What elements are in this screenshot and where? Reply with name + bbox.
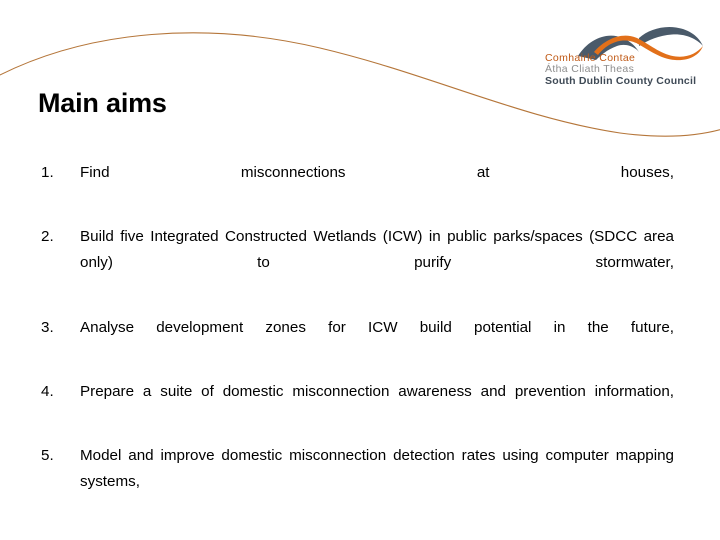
- list-item-number: 6.: [41, 534, 71, 540]
- list-item: 5. Model and improve domestic misconnect…: [38, 443, 674, 521]
- logo: Comhairle Contae Átha Cliath Theas South…: [528, 25, 708, 93]
- list-item-text: Model and improve domestic misconnection…: [80, 447, 674, 491]
- list-item-text: Build five Integrated Constructed Wetlan…: [80, 228, 674, 272]
- page-title: Main aims: [38, 88, 167, 118]
- presentation-slide: Comhairle Contae Átha Cliath Theas South…: [0, 0, 720, 540]
- list-item: 4. Prepare a suite of domestic misconnec…: [38, 379, 674, 431]
- list-item-number: 3.: [41, 318, 54, 336]
- list-item: 3. Analyse development zones for ICW bui…: [38, 315, 674, 367]
- list-item-text: Analyse development zones for ICW build …: [80, 318, 674, 336]
- list-item: 2. Build five Integrated Constructed Wet…: [38, 224, 674, 302]
- list-item-number: 2.: [41, 228, 54, 246]
- list-item-text: Find misconnections at houses,: [80, 164, 674, 181]
- list-item: 1. Find misconnections at houses,: [38, 160, 674, 212]
- list-item-number: 5.: [41, 447, 54, 465]
- list-item-text: Create a Decision Support Tool (DST) for…: [80, 534, 674, 540]
- logo-line-south-dublin-county-council: South Dublin County Council: [545, 75, 697, 88]
- list-item-number: 1.: [41, 164, 54, 181]
- aims-list: 1. Find misconnections at houses, 2. Bui…: [38, 160, 674, 540]
- logo-text-block: Comhairle Contae Átha Cliath Theas South…: [545, 52, 710, 88]
- list-item-text: Prepare a suite of domestic misconnectio…: [80, 382, 674, 400]
- logo-line-atha-cliath-theas: Átha Cliath Theas: [545, 63, 635, 76]
- list-item: 6. Create a Decision Support Tool (DST) …: [38, 534, 674, 540]
- list-item-number: 4.: [41, 382, 54, 400]
